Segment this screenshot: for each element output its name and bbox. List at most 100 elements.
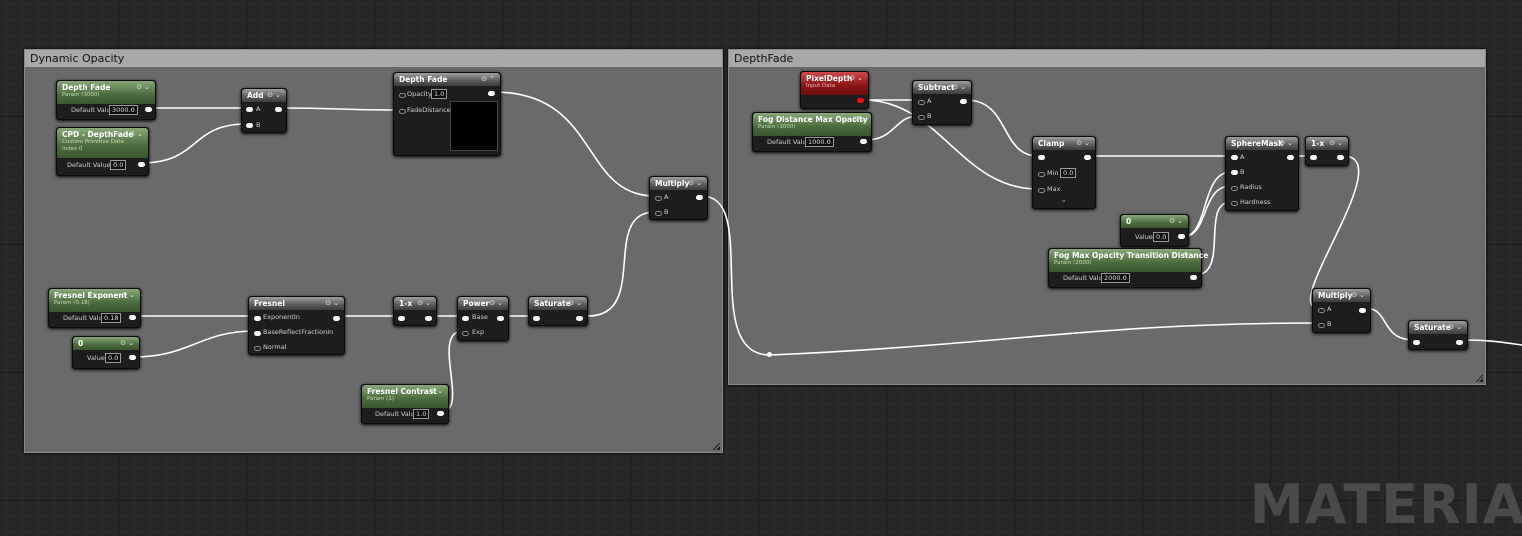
input-pin-base[interactable]	[462, 316, 469, 321]
value-field[interactable]: 0.0	[1153, 232, 1170, 242]
input-pin[interactable]	[1038, 155, 1045, 160]
resize-handle-icon[interactable]	[713, 443, 720, 450]
input-pin[interactable]	[1413, 340, 1420, 345]
node-menu-icon[interactable]: ⊙⌄	[1351, 289, 1367, 302]
output-pin[interactable]	[129, 355, 136, 360]
input-pin-exponentin[interactable]	[254, 316, 261, 321]
node-multiply-left[interactable]: Multiply ⊙⌄ A B	[649, 176, 708, 220]
node-menu-icon[interactable]: ⊙⌄	[1279, 137, 1295, 150]
min-field[interactable]: 0.0	[1060, 168, 1077, 178]
output-pin[interactable]	[1359, 308, 1366, 313]
node-cpd-depthfade[interactable]: CPD - DepthFade Custom Primitive Data In…	[56, 127, 149, 176]
node-depth-fade-param[interactable]: Depth Fade Param (3000) ⊙⌄ Default Value…	[56, 80, 156, 120]
output-pin[interactable]	[275, 107, 282, 112]
node-menu-icon[interactable]: ⊙⌄	[1076, 137, 1092, 150]
input-pin[interactable]	[398, 316, 405, 321]
input-pin-b[interactable]	[918, 115, 925, 120]
output-pin[interactable]	[488, 91, 495, 96]
output-pin[interactable]	[1190, 275, 1197, 280]
output-pin[interactable]	[857, 98, 864, 103]
node-depth-fade-function[interactable]: Depth Fade ⊙⌃ Opacity 1.0 FadeDistance	[393, 72, 501, 156]
node-saturate-right[interactable]: Saturate ⊙⌄	[1408, 320, 1468, 350]
output-pin[interactable]	[129, 315, 136, 320]
node-add[interactable]: Add ⊙⌄ A B	[241, 88, 287, 133]
node-spheremask[interactable]: SphereMask ⊙⌄ A B Radius Hardness	[1225, 136, 1299, 211]
value-field[interactable]: 0.18	[101, 313, 122, 323]
output-pin[interactable]	[576, 316, 583, 321]
input-pin-a[interactable]	[1231, 155, 1238, 160]
node-menu-icon[interactable]: ⊙⌄	[120, 337, 136, 350]
node-menu-icon[interactable]: ⊙⌄	[688, 177, 704, 190]
node-pixel-depth[interactable]: PixelDepth Input Data ⊙⌄	[800, 71, 869, 109]
node-subtract[interactable]: Subtract ⊙⌄ A B	[912, 80, 972, 125]
input-pin-normal[interactable]	[254, 346, 261, 351]
node-fog-transition-distance[interactable]: Fog Max Opacity Transition Distance Para…	[1048, 248, 1208, 288]
node-menu-icon[interactable]: ⊙⌄	[849, 72, 865, 85]
value-field[interactable]: 2000.0	[1101, 273, 1130, 283]
value-field[interactable]: 1000.0	[805, 137, 834, 147]
node-menu-icon[interactable]: ⊙⌄	[852, 113, 868, 126]
output-pin[interactable]	[1178, 234, 1185, 239]
input-pin[interactable]	[533, 316, 540, 321]
node-menu-icon[interactable]: ⊙⌄	[429, 385, 445, 398]
input-pin-max[interactable]	[1038, 188, 1045, 193]
input-pin-opacity[interactable]	[399, 93, 406, 98]
node-fresnel-contrast[interactable]: Fresnel Contrast Param (1) ⊙⌄ Default Va…	[361, 384, 449, 424]
node-menu-icon[interactable]: ⊙⌄	[1182, 249, 1198, 262]
input-pin-b[interactable]	[655, 211, 662, 216]
node-menu-icon[interactable]: ⊙⌄	[568, 297, 584, 310]
output-pin[interactable]	[425, 316, 432, 321]
input-pin-basereflect[interactable]	[254, 331, 261, 336]
node-menu-icon[interactable]: ⊙⌄	[121, 289, 137, 302]
value-field[interactable]: 1.0	[413, 409, 430, 419]
value-field[interactable]: 3000.0	[109, 105, 138, 115]
node-menu-icon[interactable]: ⊙⌃	[481, 73, 497, 86]
output-pin[interactable]	[860, 139, 867, 144]
node-menu-icon[interactable]: ⊙⌄	[1169, 215, 1185, 228]
node-menu-icon[interactable]: ⊙⌄	[136, 81, 152, 94]
node-menu-icon[interactable]: ⊙⌄	[325, 297, 341, 310]
value-field[interactable]: 0.0	[110, 160, 127, 170]
input-pin-a[interactable]	[918, 100, 925, 105]
input-pin-min[interactable]	[1038, 172, 1045, 177]
input-pin[interactable]	[1310, 155, 1317, 160]
input-pin-a[interactable]	[246, 107, 253, 112]
output-pin[interactable]	[960, 99, 967, 104]
node-constant-zero-right[interactable]: 0 ⊙⌄ Value 0.0	[1120, 214, 1189, 247]
input-pin-radius[interactable]	[1231, 186, 1238, 191]
output-pin[interactable]	[1287, 155, 1294, 160]
input-pin-hardness[interactable]	[1231, 201, 1238, 206]
output-pin[interactable]	[437, 411, 444, 416]
input-pin-b[interactable]	[246, 123, 253, 128]
node-menu-icon[interactable]: ⊙⌄	[1329, 137, 1345, 150]
output-pin[interactable]	[696, 195, 703, 200]
input-pin-exp[interactable]	[462, 331, 469, 336]
input-pin-b[interactable]	[1231, 170, 1238, 175]
value-field[interactable]: 0.0	[105, 353, 122, 363]
node-menu-icon[interactable]: ⊙⌄	[1448, 321, 1464, 334]
node-multiply-right[interactable]: Multiply ⊙⌄ A B	[1312, 288, 1371, 333]
output-pin[interactable]	[145, 107, 152, 112]
output-pin[interactable]	[333, 316, 340, 321]
output-pin[interactable]	[1084, 155, 1091, 160]
output-pin[interactable]	[497, 316, 504, 321]
output-pin[interactable]	[1456, 340, 1463, 345]
input-pin-a[interactable]	[655, 196, 662, 201]
node-clamp[interactable]: Clamp ⊙⌄ Min 0.0 Max ⌄	[1032, 136, 1096, 209]
input-pin-b[interactable]	[1318, 323, 1325, 328]
node-menu-icon[interactable]: ⊙⌄	[129, 128, 145, 141]
input-pin-fadedistance[interactable]	[399, 109, 406, 114]
node-constant-zero-left[interactable]: 0 ⊙⌄ Value 0.0	[72, 336, 140, 369]
node-one-minus-right[interactable]: 1-x ⊙⌄	[1305, 136, 1349, 166]
node-one-minus-left[interactable]: 1-x ⊙⌄	[393, 296, 437, 326]
node-fresnel-exponent[interactable]: Fresnel Exponent Param (0.18) ⊙⌄ Default…	[48, 288, 141, 328]
opacity-field[interactable]: 1.0	[431, 89, 448, 99]
node-fog-distance-max-opacity[interactable]: Fog Distance Max Opacity Param (1000) ⊙⌄…	[752, 112, 872, 152]
node-menu-icon[interactable]: ⊙⌄	[267, 89, 283, 102]
node-fresnel[interactable]: Fresnel ⊙⌄ ExponentIn BaseReflectFractio…	[248, 296, 345, 355]
node-menu-icon[interactable]: ⊙⌄	[952, 81, 968, 94]
node-menu-icon[interactable]: ⊙⌄	[417, 297, 433, 310]
node-menu-icon[interactable]: ⊙⌄	[489, 297, 505, 310]
node-saturate-left[interactable]: Saturate ⊙⌄	[528, 296, 588, 326]
output-pin[interactable]	[138, 162, 145, 167]
